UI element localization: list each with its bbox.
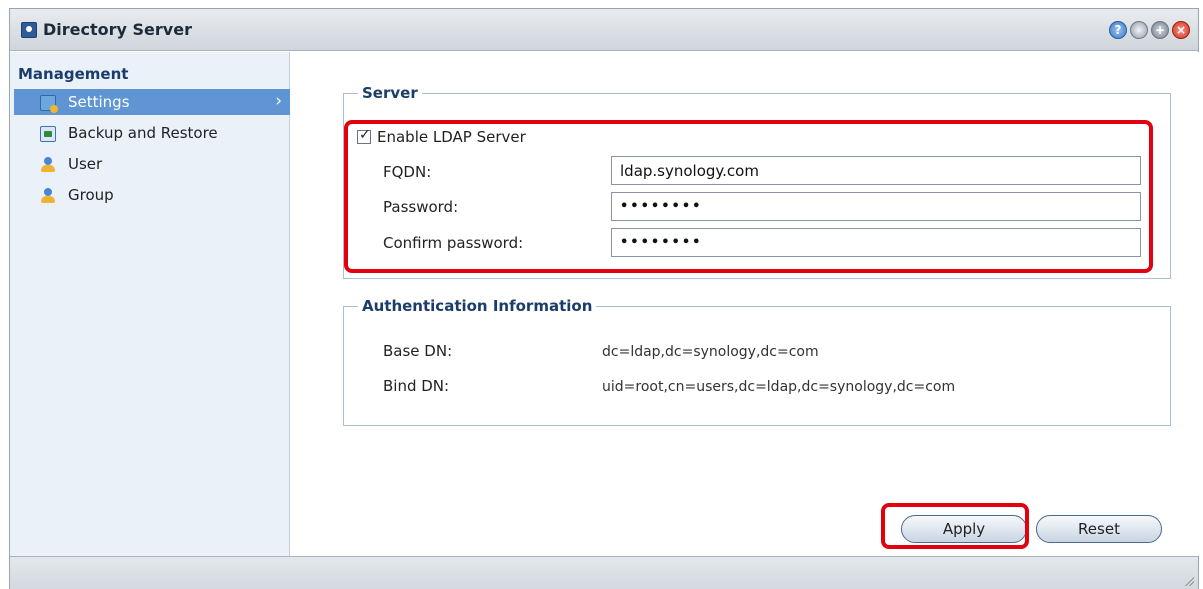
help-icon[interactable]: ?: [1109, 21, 1127, 39]
status-bar: [10, 556, 1198, 589]
sidebar-heading: Management: [18, 65, 129, 83]
sidebar-item-user[interactable]: User: [14, 151, 290, 177]
minimize-icon[interactable]: [1130, 21, 1148, 39]
base-dn-label: Base DN:: [383, 342, 453, 360]
auth-legend: Authentication Information: [358, 297, 597, 315]
server-highlight-box: [344, 120, 1153, 273]
resize-grip-icon[interactable]: [1184, 576, 1194, 586]
sidebar-item-settings[interactable]: Settings ›: [14, 89, 290, 115]
chevron-right-icon: ›: [275, 91, 282, 111]
auth-fieldset: Authentication Information: [343, 297, 1171, 426]
user-icon: [40, 157, 56, 173]
sidebar-item-label: User: [68, 155, 103, 173]
bind-dn-value: uid=root,cn=users,dc=ldap,dc=synology,dc…: [602, 379, 956, 395]
base-dn-value: dc=ldap,dc=synology,dc=com: [602, 344, 819, 360]
reset-button[interactable]: Reset: [1036, 515, 1162, 543]
sidebar-item-label: Settings: [68, 93, 130, 111]
bind-dn-label: Bind DN:: [383, 377, 450, 395]
close-icon[interactable]: ×: [1172, 21, 1190, 39]
window-controls: ? + ×: [1109, 21, 1190, 39]
window-title: Directory Server: [43, 20, 192, 39]
directory-server-icon: [21, 22, 37, 38]
server-legend: Server: [358, 84, 422, 102]
group-icon: [40, 188, 56, 204]
settings-icon: [40, 95, 58, 113]
sidebar-item-group[interactable]: Group: [14, 182, 290, 208]
directory-server-window: Directory Server ? + × Management Settin…: [9, 8, 1200, 589]
title-bar[interactable]: Directory Server ? + ×: [10, 9, 1198, 51]
sidebar-item-backup-and-restore[interactable]: Backup and Restore: [14, 120, 290, 146]
sidebar: Management Settings › Backup and Restore…: [10, 52, 290, 556]
sidebar-item-label: Backup and Restore: [68, 124, 218, 142]
backup-icon: [40, 126, 56, 142]
settings-content: Server Enable LDAP Server FQDN: ldap.syn…: [291, 52, 1200, 556]
apply-highlight-box: [881, 503, 1029, 549]
sidebar-item-label: Group: [68, 186, 114, 204]
maximize-icon[interactable]: +: [1151, 21, 1169, 39]
